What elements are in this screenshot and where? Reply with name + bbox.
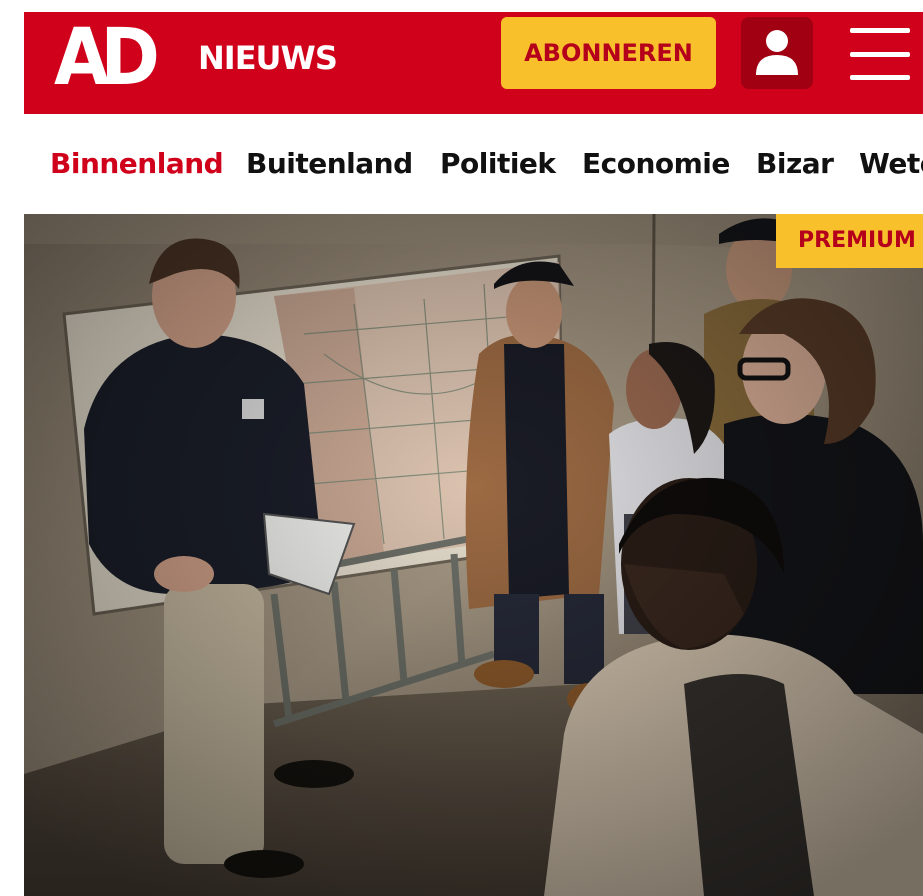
nav-item-wetenschap[interactable]: Wete (859, 144, 923, 184)
nav-item-bizar[interactable]: Bizar (756, 144, 834, 184)
nav-item-buitenland[interactable]: Buitenland (246, 144, 413, 184)
menu-line (850, 52, 910, 57)
subscribe-button[interactable]: ABONNEREN (501, 17, 716, 89)
bunker-tour-photo (24, 214, 923, 896)
nav-item-binnenland[interactable]: Binnenland (50, 144, 224, 184)
hamburger-menu-icon[interactable] (850, 28, 910, 80)
ad-logo[interactable]: AD (54, 18, 160, 98)
site-header: AD NIEUWS ABONNEREN (24, 12, 923, 114)
section-title[interactable]: NIEUWS (198, 38, 338, 78)
premium-badge: PREMIUM (776, 214, 923, 268)
user-account-button[interactable] (741, 17, 813, 89)
top-strip (0, 0, 923, 12)
user-icon (756, 30, 798, 75)
nav-item-politiek[interactable]: Politiek (440, 144, 556, 184)
menu-line (850, 75, 910, 80)
article-hero-image[interactable]: PREMIUM (24, 214, 923, 896)
nav-item-economie[interactable]: Economie (582, 144, 730, 184)
category-nav: Binnenland Buitenland Politiek Economie … (24, 114, 923, 214)
menu-line (850, 28, 910, 33)
